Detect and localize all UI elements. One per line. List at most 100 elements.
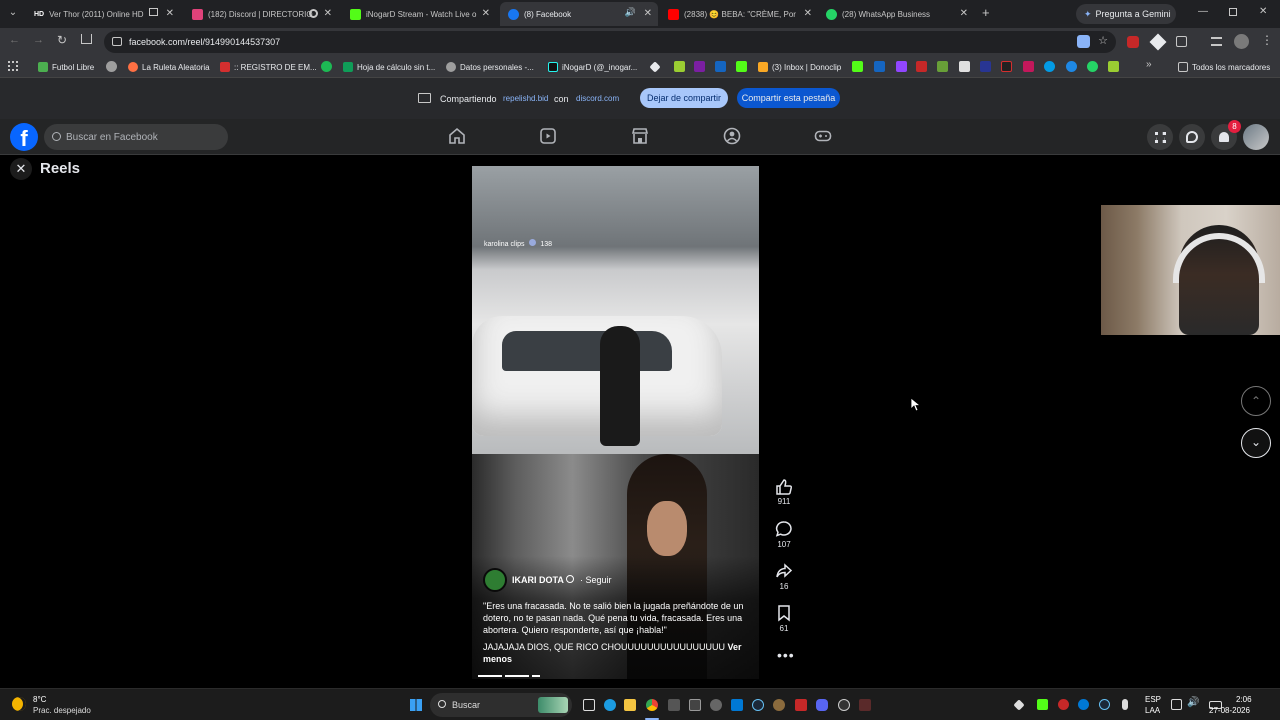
star-icon[interactable]: ☆ [1098,34,1108,47]
start-button[interactable] [410,699,422,711]
taskbar-search[interactable]: Buscar [430,693,572,717]
like-icon[interactable] [775,478,793,496]
microphone-icon[interactable] [1122,699,1128,710]
apps-icon[interactable] [8,61,18,71]
bookmark-datos-personales[interactable]: Datos personales -... [446,60,534,74]
minimize-button[interactable]: — [1198,6,1208,17]
close-icon[interactable]: ✕ [960,8,968,19]
close-window-button[interactable]: ✕ [1259,6,1267,17]
tray-icon[interactable] [1099,699,1110,710]
with-site-link[interactable]: discord.com [576,94,619,103]
tab-facebook[interactable]: (8) Facebook 🔊 ✕ [500,2,658,26]
forward-button[interactable]: → [33,34,44,46]
bookmark-icon[interactable] [916,61,927,72]
menu-grid-button[interactable] [1147,124,1173,150]
gaming-icon[interactable] [814,127,832,145]
bookmark-icon[interactable] [937,61,948,72]
messenger-button[interactable] [1179,124,1205,150]
chrome-icon[interactable] [646,699,658,711]
language-line2[interactable]: LAA [1145,706,1160,715]
reel-video[interactable]: karolina clips 138 IKARI DOTA · Seguir "… [472,166,759,679]
tab-list-button[interactable]: ⌄ [6,7,20,21]
close-icon[interactable]: ✕ [644,8,652,19]
file-explorer-icon[interactable] [624,699,636,711]
home-icon[interactable] [448,127,466,145]
calculator-icon[interactable] [668,699,680,711]
close-icon[interactable]: ✕ [804,8,812,19]
kick-icon[interactable] [736,61,747,72]
share-this-tab-button[interactable]: Compartir esta pestaña [737,88,840,108]
discord-icon[interactable] [816,699,828,711]
share-icon[interactable] [775,562,793,580]
spotify-icon[interactable] [321,61,332,72]
search-input[interactable]: Buscar en Facebook [44,124,228,150]
media-control-icon[interactable] [1211,37,1222,46]
tab-thor[interactable]: HD Ver Thor (2011) Online HD ✕ [26,2,180,26]
whatsapp-icon[interactable] [1087,61,1098,72]
home-button[interactable] [81,34,92,44]
obs-icon[interactable] [838,699,850,711]
bookmark-icon[interactable] [1066,61,1077,72]
network-icon[interactable] [1171,699,1182,710]
bookmark-ruleta[interactable]: La Ruleta Aleatoria [128,60,210,74]
app-icon[interactable] [859,699,871,711]
bookmark-icon[interactable] [1044,61,1055,72]
bookmark-icon[interactable] [694,61,705,72]
author-name[interactable]: IKARI DOTA [512,575,564,585]
menu-icon[interactable]: ⋮ [1261,33,1273,47]
bookmark-icon[interactable] [1023,61,1034,72]
bookmark-icon[interactable] [106,61,117,72]
app-icon[interactable] [795,699,807,711]
task-view-icon[interactable] [583,699,595,711]
stop-sharing-button[interactable]: Dejar de compartir [640,88,728,108]
groups-icon[interactable] [723,127,741,145]
profile-avatar[interactable] [1243,124,1269,150]
close-icon[interactable]: ✕ [166,8,174,19]
bookmark-icon[interactable] [1108,61,1119,72]
gemini-button[interactable]: ✦ Pregunta a Gemini [1076,4,1176,24]
previous-reel-button[interactable]: ⌃ [1241,386,1271,416]
bookmark-tiktok[interactable]: iNogarD (@_inogar... [548,60,637,74]
close-reels-button[interactable]: ✕ [10,158,32,180]
bookmark-icon[interactable] [959,61,970,72]
tab-discord[interactable]: (182) Discord | DIRECTORIO ✕ [184,2,338,26]
bookmark-icon[interactable] [852,61,863,72]
adblock-extension-icon[interactable] [1127,36,1139,48]
app-icon[interactable] [710,699,722,711]
back-button[interactable]: ← [9,34,20,46]
clock-date[interactable]: 27-08-2026 [1209,706,1250,715]
author-avatar[interactable] [483,568,507,592]
bookmark-registro[interactable]: :: REGISTRO DE EM... [220,60,317,74]
bookmark-icon[interactable] [775,604,793,622]
tray-icon[interactable] [1013,699,1025,711]
all-bookmarks-folder[interactable]: Todos los marcadores [1178,60,1270,74]
profile-avatar[interactable] [1234,34,1249,49]
tray-icon[interactable] [1037,699,1048,710]
more-options-icon[interactable]: ••• [777,647,795,663]
tray-icon[interactable] [1058,699,1069,710]
app-icon[interactable] [689,699,701,711]
bookmark-icon[interactable] [980,61,991,72]
translate-icon[interactable] [1077,35,1090,48]
puzzle-icon[interactable] [1176,36,1187,47]
language-line1[interactable]: ESP [1145,695,1161,704]
bookmark-icon[interactable] [674,61,685,72]
app-icon[interactable] [731,699,743,711]
app-icon[interactable] [773,699,785,711]
tray-icon[interactable] [1078,699,1089,710]
comment-icon[interactable] [775,520,793,538]
reels-icon[interactable] [539,127,557,145]
next-reel-button[interactable]: ⌄ [1241,428,1271,458]
bookmark-hoja-calculo[interactable]: Hoja de cálculo sin t... [343,60,435,74]
new-tab-button[interactable]: + [982,5,990,20]
twitch-icon[interactable] [896,61,907,72]
close-icon[interactable]: ✕ [324,8,332,19]
more-bookmarks-icon[interactable]: » [1146,59,1152,70]
reload-button[interactable]: ↻ [57,33,67,47]
clock-time[interactable]: 2:06 [1236,695,1252,704]
follow-button[interactable]: · Seguir [580,575,612,585]
bookmark-icon[interactable] [715,61,726,72]
maximize-button[interactable] [1229,8,1237,16]
tab-whatsapp[interactable]: (28) WhatsApp Business ✕ [818,2,974,26]
edge-icon[interactable] [604,699,616,711]
